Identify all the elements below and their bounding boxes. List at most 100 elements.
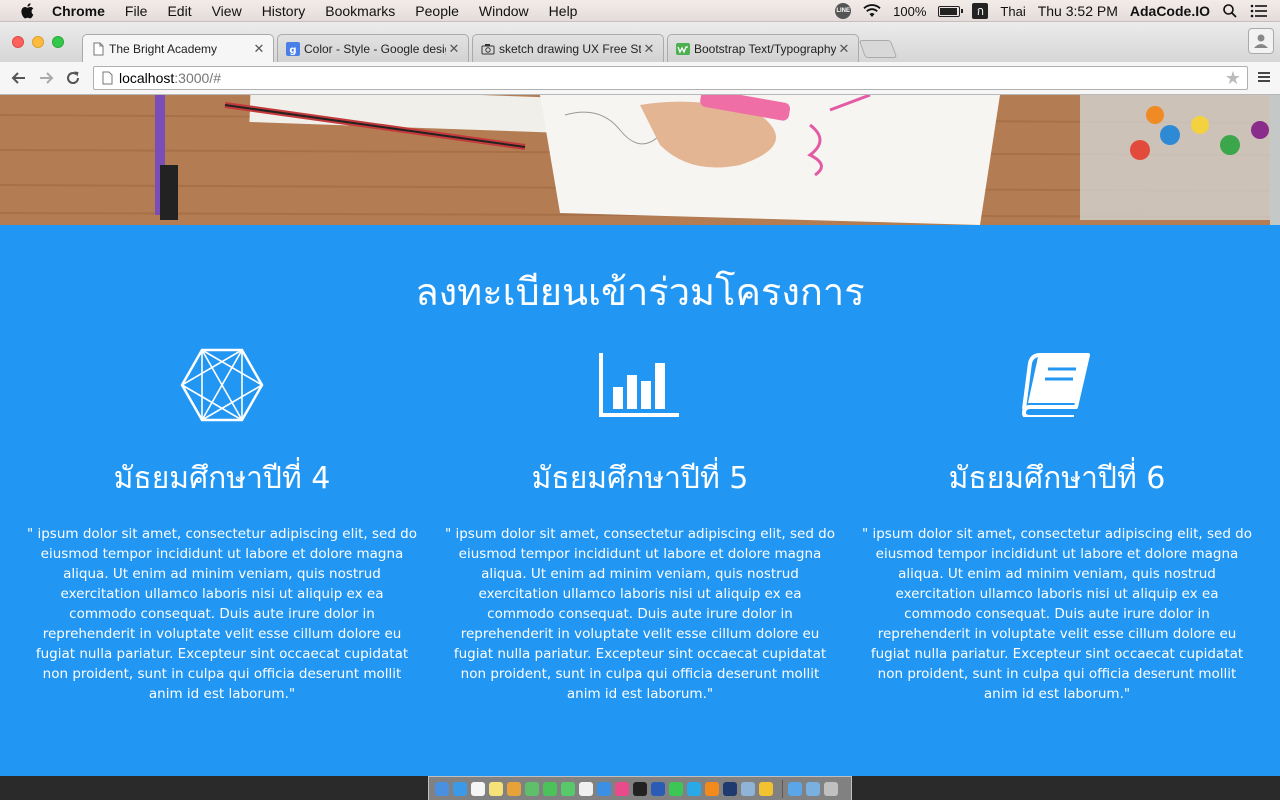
grade-6-title: มัธยมศึกษาปีที่ 6 [948,461,1166,496]
input-source-icon[interactable]: ก [972,3,989,19]
downloads-icon[interactable] [806,781,820,796]
menu-people[interactable]: People [405,0,469,22]
close-tab-icon[interactable]: ✕ [446,41,462,57]
new-tab-button[interactable] [858,40,898,58]
messages-icon[interactable] [543,781,557,796]
app-store-icon[interactable] [597,781,611,796]
notification-center-icon[interactable] [1250,4,1268,18]
photos-icon[interactable] [507,781,521,796]
safari-icon[interactable] [453,781,467,796]
tab-title: Bootstrap Text/Typography [694,41,836,56]
w3-icon [676,42,690,55]
tab-title: sketch drawing UX Free Stock [499,41,641,56]
book-icon [1022,353,1090,417]
grade-4-card: มัธยมศึกษาปีที่ 4 " ipsum dolor sit amet… [22,345,422,704]
notes-icon[interactable] [489,781,503,796]
menu-file[interactable]: File [115,0,158,22]
reload-icon [67,71,80,84]
grade-6-description: " ipsum dolor sit amet, consectetur adip… [861,526,1253,702]
enrollment-section: ลงทะเบียนเข้าร่วมโครงการ มัธยมศึกษาปีที่… [0,225,1280,776]
textedit-icon[interactable] [579,781,593,796]
apple-icon[interactable] [20,2,34,19]
browser-window: The Bright Academy ✕ g Color - Style - G… [0,22,1280,776]
grade-4-title: มัธยมศึกษาปีที่ 4 [113,461,331,496]
grade-4-description: " ipsum dolor sit amet, consectetur adip… [26,526,418,702]
tab-title: Color - Style - Google design [304,41,446,56]
trash-icon[interactable] [824,781,838,796]
page-icon [93,42,104,55]
menu-edit[interactable]: Edit [157,0,201,22]
menu-user[interactable]: AdaCode.IO [1130,3,1210,19]
grade-5-description: " ipsum dolor sit amet, consectetur adip… [444,526,836,702]
person-icon [1254,34,1268,48]
close-window-button[interactable] [12,36,24,48]
browser-toolbar: localhost:3000/# ★ [0,62,1280,95]
url-path: :3000/# [174,70,221,86]
close-tab-icon[interactable]: ✕ [641,41,657,57]
menu-bar: Chrome File Edit View History Bookmarks … [0,0,1280,22]
chrome-icon[interactable] [759,781,773,796]
wifi-icon[interactable] [863,4,881,18]
finder-icon[interactable] [435,781,449,796]
dock [428,776,852,800]
itunes-icon[interactable] [615,781,629,796]
photoshop-icon[interactable] [723,781,737,796]
spotlight-search-icon[interactable] [1222,3,1238,19]
word-icon[interactable] [651,781,665,796]
web-page: ลงทะเบียนเข้าร่วมโครงการ มัธยมศึกษาปีที่… [0,95,1280,776]
address-bar[interactable]: localhost:3000/# ★ [93,66,1248,90]
zoom-window-button[interactable] [52,36,64,48]
profile-button[interactable] [1248,28,1274,54]
grade-5-card: มัธยมศึกษาปีที่ 5 " ipsum dolor sit amet… [440,345,840,704]
back-arrow-icon [11,72,25,84]
forward-button[interactable] [35,67,57,89]
menu-history[interactable]: History [252,0,316,22]
grade-6-card: มัธยมศึกษาปีที่ 6 " ipsum dolor sit amet… [857,345,1257,704]
section-title: ลงทะเบียนเข้าร่วมโครงการ [415,270,865,314]
bookmark-star-icon[interactable]: ★ [1225,67,1241,89]
back-button[interactable] [8,67,30,89]
calendar-icon[interactable] [471,781,485,796]
menu-help[interactable]: Help [539,0,588,22]
hexagon-network-icon [180,348,264,422]
menu-window[interactable]: Window [469,0,539,22]
battery-percent: 100% [893,3,927,19]
skype-icon[interactable] [687,781,701,796]
terminal-icon[interactable] [633,781,647,796]
menu-clock[interactable]: Thu 3:52 PM [1038,3,1118,19]
page-info-icon[interactable] [102,71,113,85]
close-tab-icon[interactable]: ✕ [836,41,852,57]
minimize-window-button[interactable] [32,36,44,48]
tab-sketch-drawing[interactable]: sketch drawing UX Free Stock ✕ [472,34,664,62]
desk-photo [0,95,1280,225]
url-host: localhost [119,70,175,86]
vlc-icon[interactable] [705,781,719,796]
facetime-icon[interactable] [561,781,575,796]
tab-the-bright-academy[interactable]: The Bright Academy ✕ [82,34,274,62]
menu-app-name[interactable]: Chrome [52,0,115,22]
reload-button[interactable] [62,67,84,89]
battery-icon[interactable] [938,5,964,17]
close-tab-icon[interactable]: ✕ [251,41,267,57]
line-icon[interactable] [669,781,683,796]
dock-separator [782,779,783,798]
tab-color-style[interactable]: g Color - Style - Google design ✕ [277,34,469,62]
battery-level-fill [940,7,958,15]
grade-5-title: มัธยมศึกษาปีที่ 5 [531,461,749,496]
hero-image [0,95,1280,225]
google-icon: g [286,41,300,56]
input-source-label[interactable]: Thai [1000,4,1025,19]
menu-view[interactable]: View [202,0,252,22]
chrome-menu-icon[interactable] [1256,66,1272,88]
bar-chart-icon [599,353,679,417]
tab-strip: The Bright Academy ✕ g Color - Style - G… [0,22,1280,62]
line-app-status-icon[interactable]: LINE [835,3,852,19]
camera-icon [481,43,495,54]
preview-icon[interactable] [741,781,755,796]
folder-icon[interactable] [788,781,802,796]
forward-arrow-icon [40,72,54,84]
tab-bootstrap-typography[interactable]: Bootstrap Text/Typography ✕ [667,34,859,62]
svg-text:g: g [289,45,296,56]
menu-bookmarks[interactable]: Bookmarks [315,0,405,22]
maps-icon[interactable] [525,781,539,796]
